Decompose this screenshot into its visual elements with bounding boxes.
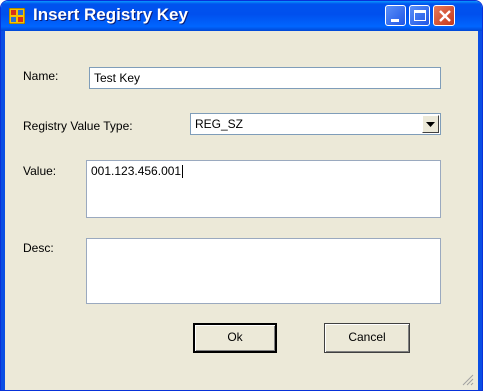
registry-value-type-label: Registry Value Type: (23, 119, 133, 133)
text-caret (182, 165, 184, 179)
maximize-icon (414, 10, 426, 21)
value-text: 001.123.456.001 (91, 164, 182, 178)
registry-value-type-selected: REG_SZ (195, 117, 244, 131)
resize-grip-icon[interactable] (462, 374, 474, 386)
desc-label: Desc: (23, 241, 54, 255)
value-label: Value: (23, 164, 57, 178)
desc-field[interactable] (86, 238, 441, 304)
registry-value-type-select[interactable]: REG_SZ (190, 113, 441, 135)
registry-icon (8, 7, 26, 25)
cancel-button[interactable]: Cancel (324, 323, 410, 353)
dialog-body: Name: Test Key Registry Value Type: REG_… (5, 31, 478, 390)
title-bar[interactable]: Insert Registry Key (1, 1, 482, 31)
chevron-down-icon (426, 122, 435, 127)
maximize-button[interactable] (409, 5, 430, 26)
name-field[interactable]: Test Key (89, 67, 441, 89)
ok-button[interactable]: Ok (193, 323, 277, 353)
minimize-icon (391, 19, 399, 22)
window-title: Insert Registry Key (33, 5, 188, 24)
value-field[interactable]: 001.123.456.001 (86, 160, 441, 218)
minimize-button[interactable] (385, 5, 406, 26)
name-label: Name: (23, 69, 59, 83)
close-button[interactable] (433, 5, 455, 26)
close-icon (439, 10, 451, 22)
dropdown-button[interactable] (422, 115, 439, 133)
insert-registry-key-dialog: Insert Registry Key Name: Test Key Regis… (0, 0, 483, 391)
window-frame-right (478, 31, 482, 390)
